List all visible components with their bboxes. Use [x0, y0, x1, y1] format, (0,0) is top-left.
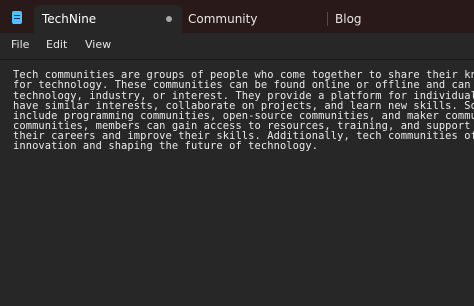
tab-community[interactable]: Community — [188, 5, 257, 33]
tab-technine[interactable]: TechNine — [34, 5, 182, 33]
text-editor-area[interactable]: Tech communities are groups of people wh… — [0, 60, 474, 306]
text-line: innovation and shaping the future of tec… — [13, 140, 319, 152]
notepad-icon — [12, 11, 22, 24]
tab-label: Community — [188, 12, 258, 26]
unsaved-dot-icon[interactable] — [166, 16, 172, 22]
menu-file[interactable]: File — [11, 37, 29, 53]
notepad-window: TechNine Community Blog File Edit View T… — [0, 0, 474, 306]
title-bar: TechNine Community Blog — [0, 0, 474, 33]
menu-view[interactable]: View — [85, 37, 111, 53]
tab-blog[interactable]: Blog — [335, 5, 362, 33]
menu-edit[interactable]: Edit — [46, 37, 67, 53]
tab-label: TechNine — [42, 12, 97, 26]
menu-bar: File Edit View — [0, 33, 474, 57]
tab-separator — [327, 12, 328, 26]
tab-label: Blog — [335, 12, 362, 26]
